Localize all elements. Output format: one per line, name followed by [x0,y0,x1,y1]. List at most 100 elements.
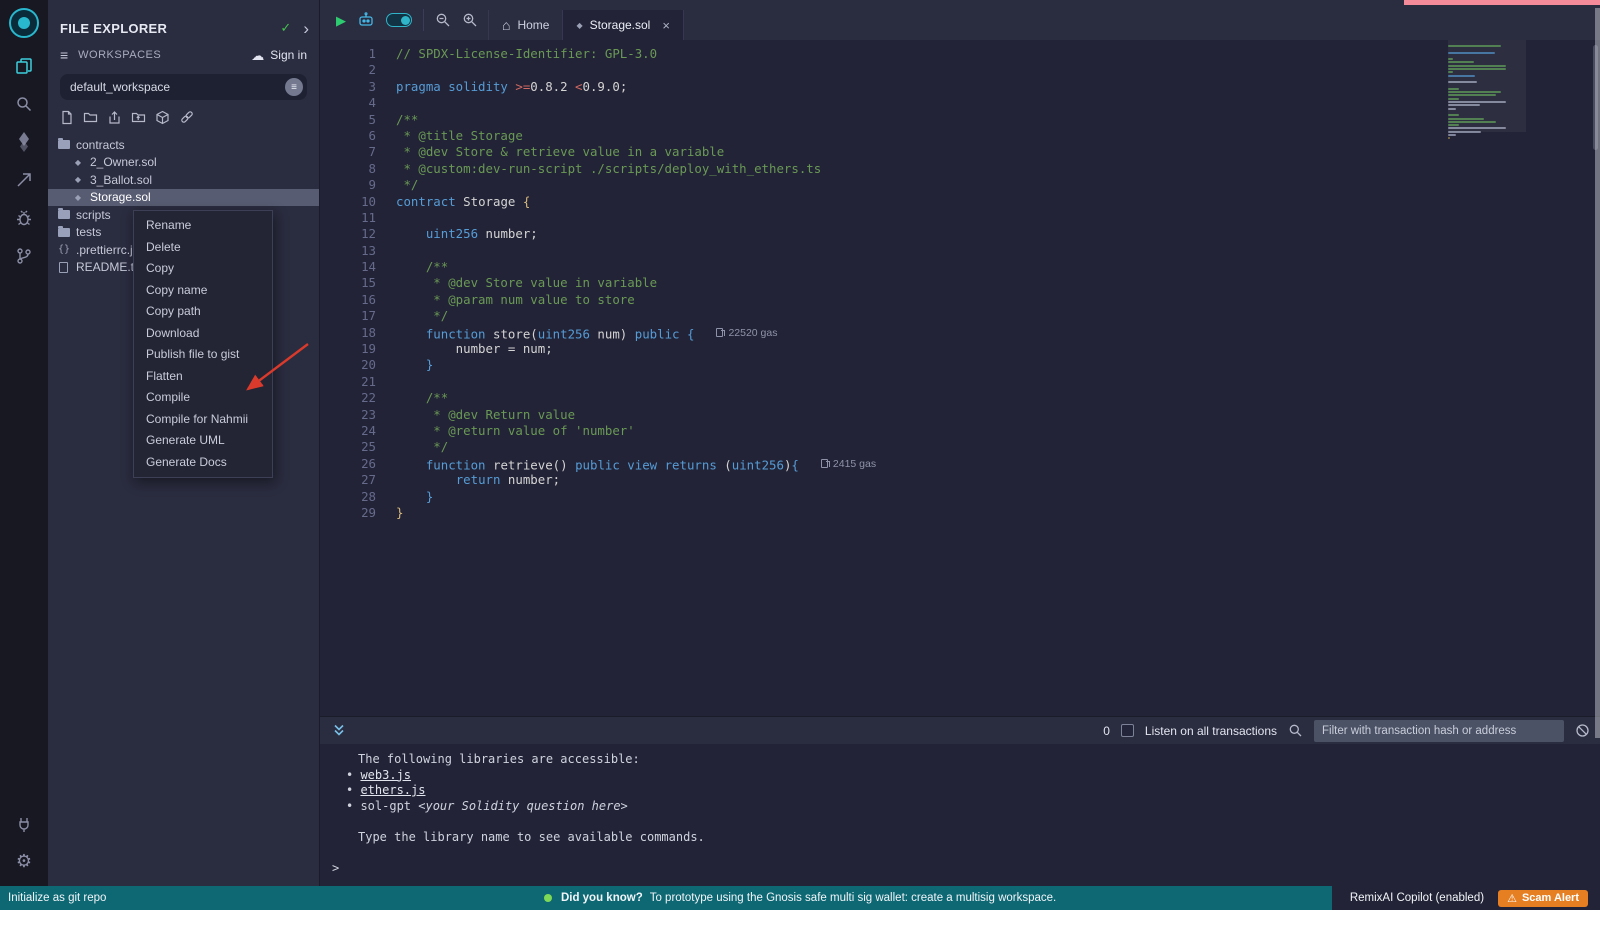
terminal-line: The following libraries are accessible: [320,752,1600,768]
import-url-icon[interactable] [179,109,195,125]
file-tree-item-2-owner-sol[interactable]: ◆2_Owner.sol [48,154,319,172]
folder-icon [58,210,70,219]
lightbulb-icon [544,894,552,902]
context-menu-item-publish-file-to-gist[interactable]: Publish file to gist [134,344,272,366]
remix-logo-icon[interactable] [9,8,39,38]
new-folder-icon[interactable] [83,110,98,124]
file-tree-item-contracts[interactable]: contracts [48,136,319,154]
plugin-manager-icon[interactable] [11,813,37,835]
search-icon[interactable] [11,93,37,115]
file-icon [59,262,68,273]
gas-estimate-badge: 2415 gas [821,456,876,472]
code-line: * @dev Store & retrieve value in a varia… [396,144,876,160]
gas-icon [821,459,828,468]
context-menu-item-copy-path[interactable]: Copy path [134,301,272,323]
code-line: } [396,357,876,373]
terminal[interactable]: The following libraries are accessible: •… [320,744,1600,886]
scam-alert-button[interactable]: ⚠ Scam Alert [1498,890,1588,907]
code-line: function retrieve() public view returns … [396,456,876,472]
context-menu-item-compile-for-nahmii[interactable]: Compile for Nahmii [134,409,272,431]
close-tab-icon[interactable]: × [662,18,670,33]
terminal-line: Type the library name to see available c… [320,830,1600,846]
terminal-link[interactable]: ethers.js [360,783,425,797]
deploy-run-icon[interactable] [11,169,37,191]
settings-icon[interactable]: ⚙ [11,850,37,872]
upload-folder-icon[interactable] [131,110,146,124]
solidity-file-icon: ◆ [72,158,84,167]
context-menu-item-compile[interactable]: Compile [134,387,272,409]
new-file-icon[interactable] [60,110,74,125]
panel-title: FILE EXPLORER [60,21,280,36]
expand-terminal-icon[interactable] [332,724,346,737]
line-number-gutter: 1234567891011121314151617181920212223242… [320,46,376,521]
window-scrollbar[interactable] [1595,8,1600,738]
minimap[interactable] [1448,40,1526,716]
terminal-line [320,814,1600,830]
sign-in-label: Sign in [270,48,307,62]
minimap-slider[interactable] [1448,40,1526,132]
tip-prefix: Did you know? [561,892,643,904]
file-tree-item-3-ballot-sol[interactable]: ◆3_Ballot.sol [48,171,319,189]
sign-in-button[interactable]: ☁ Sign in [251,48,307,62]
terminal-search-icon[interactable] [1288,723,1303,738]
copilot-toggle[interactable] [386,13,412,27]
context-menu: RenameDeleteCopyCopy nameCopy pathDownlo… [133,210,273,478]
context-menu-item-rename[interactable]: Rename [134,215,272,237]
collapse-panel-icon[interactable]: › [303,20,309,37]
context-menu-item-generate-docs[interactable]: Generate Docs [134,452,272,474]
context-menu-item-delete[interactable]: Delete [134,237,272,259]
code-line: * @custom:dev-run-script ./scripts/deplo… [396,161,876,177]
activity-icons-bottom: ⚙ [11,813,37,872]
copilot-status[interactable]: RemixAI Copilot (enabled) [1350,892,1484,904]
tab-storage-sol[interactable]: ◆ Storage.sol × [563,10,683,40]
solidity-file-icon: ◆ [576,21,582,30]
editor-toolbar: ▶ [320,0,488,40]
terminal-line: > [320,861,1600,877]
clear-console-icon[interactable] [1575,723,1590,738]
code-line: uint256 number; [396,226,876,242]
terminal-line [320,845,1600,861]
gas-estimate-badge: 22520 gas [716,325,777,341]
code-content[interactable]: // SPDX-License-Identifier: GPL-3.0pragm… [396,46,876,521]
import-ipfs-icon[interactable] [155,110,170,125]
file-name: Storage.sol [90,190,151,204]
code-editor[interactable]: 1234567891011121314151617181920212223242… [320,40,1600,716]
code-line: */ [396,308,876,324]
editor-tab-bar: ▶ ⌂ Home ◆ Storage.sol × [320,0,1600,40]
zoom-in-icon[interactable] [462,12,478,28]
workspace-menu-icon[interactable]: ≡ [60,47,68,63]
tab-label: Home [517,18,549,32]
code-line: pragma solidity >=0.8.2 <0.9.0; [396,79,876,95]
context-menu-item-copy[interactable]: Copy [134,258,272,280]
upload-file-icon[interactable] [107,110,122,125]
file-explorer-icon[interactable] [11,55,37,77]
context-menu-item-download[interactable]: Download [134,323,272,345]
git-icon[interactable] [11,245,37,267]
file-tree-item-storage-sol[interactable]: ◆Storage.sol [48,189,319,207]
workspace-options-icon[interactable]: ≡ [285,78,303,96]
git-init-status[interactable]: Initialize as git repo [0,892,106,904]
listen-transactions-checkbox[interactable] [1121,724,1134,737]
code-line: */ [396,177,876,193]
activity-icons-top [11,55,37,267]
file-explorer-toolbar [48,100,319,130]
transaction-filter-input[interactable] [1314,720,1564,742]
debugger-icon[interactable] [11,207,37,229]
divider [423,9,424,31]
context-menu-item-flatten[interactable]: Flatten [134,366,272,388]
workspace-select[interactable]: default_workspace ≡ [60,74,307,100]
zoom-out-icon[interactable] [435,12,451,28]
solidity-compiler-icon[interactable] [11,131,37,153]
run-script-icon[interactable]: ▶ [336,14,346,27]
tab-home[interactable]: ⌂ Home [488,10,563,40]
terminal-line: • sol-gpt <your Solidity question here> [320,799,1600,815]
code-line: /** [396,259,876,275]
code-line [396,243,876,259]
context-menu-item-generate-uml[interactable]: Generate UML [134,430,272,452]
context-menu-item-copy-name[interactable]: Copy name [134,280,272,302]
terminal-link[interactable]: web3.js [360,768,411,782]
notification-strip [1404,0,1600,5]
tab-label: Storage.sol [590,18,651,32]
gas-icon [716,328,723,337]
ai-assistant-icon[interactable] [357,12,375,28]
